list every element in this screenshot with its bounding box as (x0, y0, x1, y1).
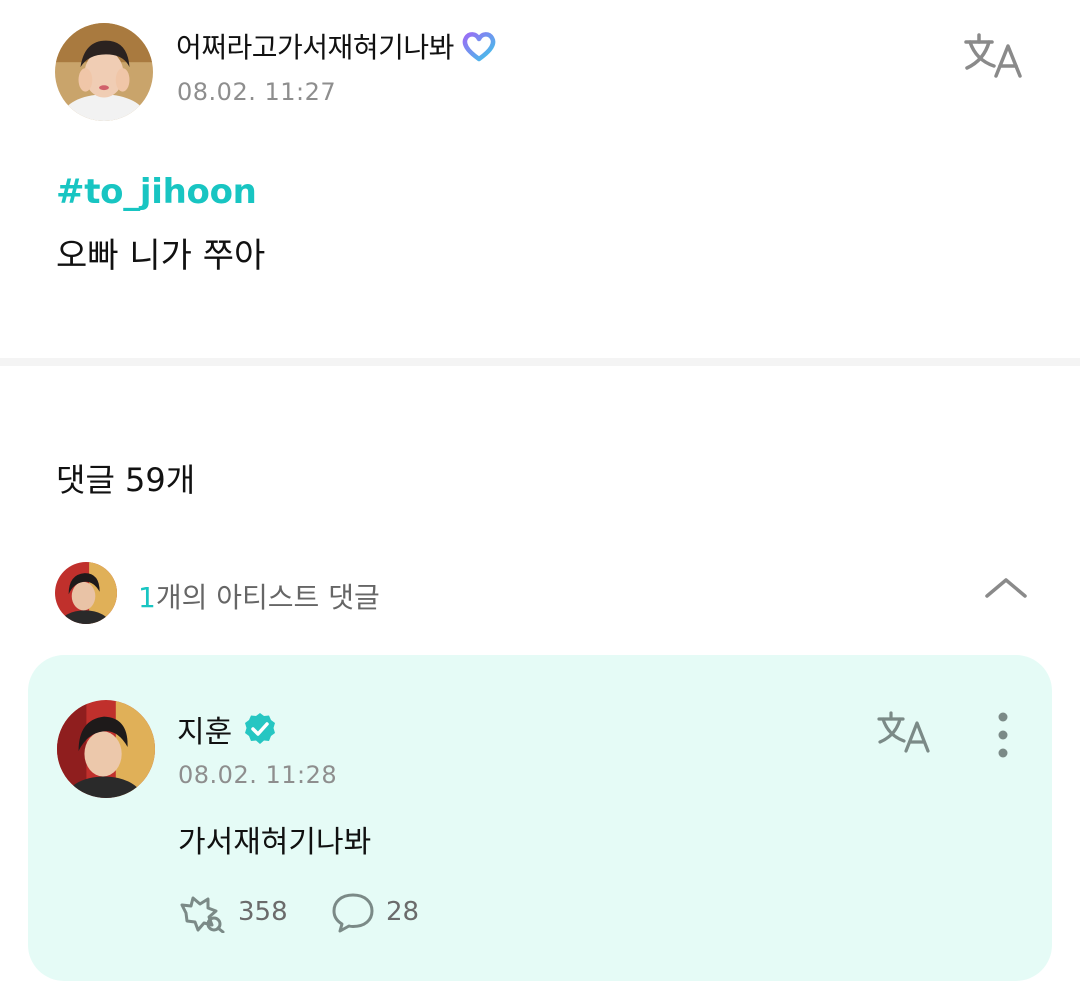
reply-count: 28 (386, 897, 420, 927)
membership-heart-icon (460, 29, 498, 63)
post-detail-page: 어쩌라고가서재혀기나봐 08.02. 11:27 #to_jihoon 오빠 니… (0, 0, 1080, 1003)
post-author-row: 어쩌라고가서재혀기나봐 (176, 26, 498, 66)
chevron-up-icon[interactable] (983, 572, 1029, 604)
post-timestamp: 08.02. 11:27 (177, 78, 337, 106)
artist-summary-label: 개의 아티스트 댓글 (155, 581, 380, 614)
artist-summary-text: 1개의 아티스트 댓글 (138, 576, 380, 616)
translate-icon[interactable] (962, 30, 1028, 84)
artist-comments-toggle[interactable]: 1개의 아티스트 댓글 (55, 560, 1035, 626)
artist-summary-avatar (55, 562, 117, 624)
artist-comment-avatar[interactable] (57, 700, 155, 798)
post-author-avatar-image (55, 23, 153, 121)
more-vertical-icon[interactable] (990, 711, 1016, 759)
artist-comment-author-row: 지훈 (177, 707, 278, 751)
comment-count-label: 댓글 59개 (56, 461, 196, 499)
comment-bubble-icon (332, 893, 374, 933)
artist-comment-timestamp: 08.02. 11:28 (178, 761, 338, 789)
artist-comment-body: 가서재혀기나봐 (178, 825, 372, 860)
post-author-name[interactable]: 어쩌라고가서재혀기나봐 (176, 26, 454, 66)
artist-comment-author[interactable]: 지훈 (177, 707, 232, 751)
artist-comment-card: 지훈 08.02. 11:28 가서재혀기나봐 358 28 (28, 655, 1052, 981)
post-author-avatar[interactable] (55, 23, 153, 121)
artist-comment-count: 1 (138, 581, 156, 614)
like-count: 358 (238, 897, 288, 927)
like-button[interactable]: 358 (178, 891, 288, 933)
post-hashtag[interactable]: #to_jihoon (56, 172, 257, 212)
clap-like-icon (180, 896, 225, 933)
post-body-text: 오빠 니가 쭈아 (56, 236, 266, 276)
section-divider (0, 358, 1080, 366)
translate-icon[interactable] (876, 709, 934, 757)
reply-button[interactable]: 28 (330, 891, 419, 933)
verified-badge-icon (242, 711, 278, 747)
